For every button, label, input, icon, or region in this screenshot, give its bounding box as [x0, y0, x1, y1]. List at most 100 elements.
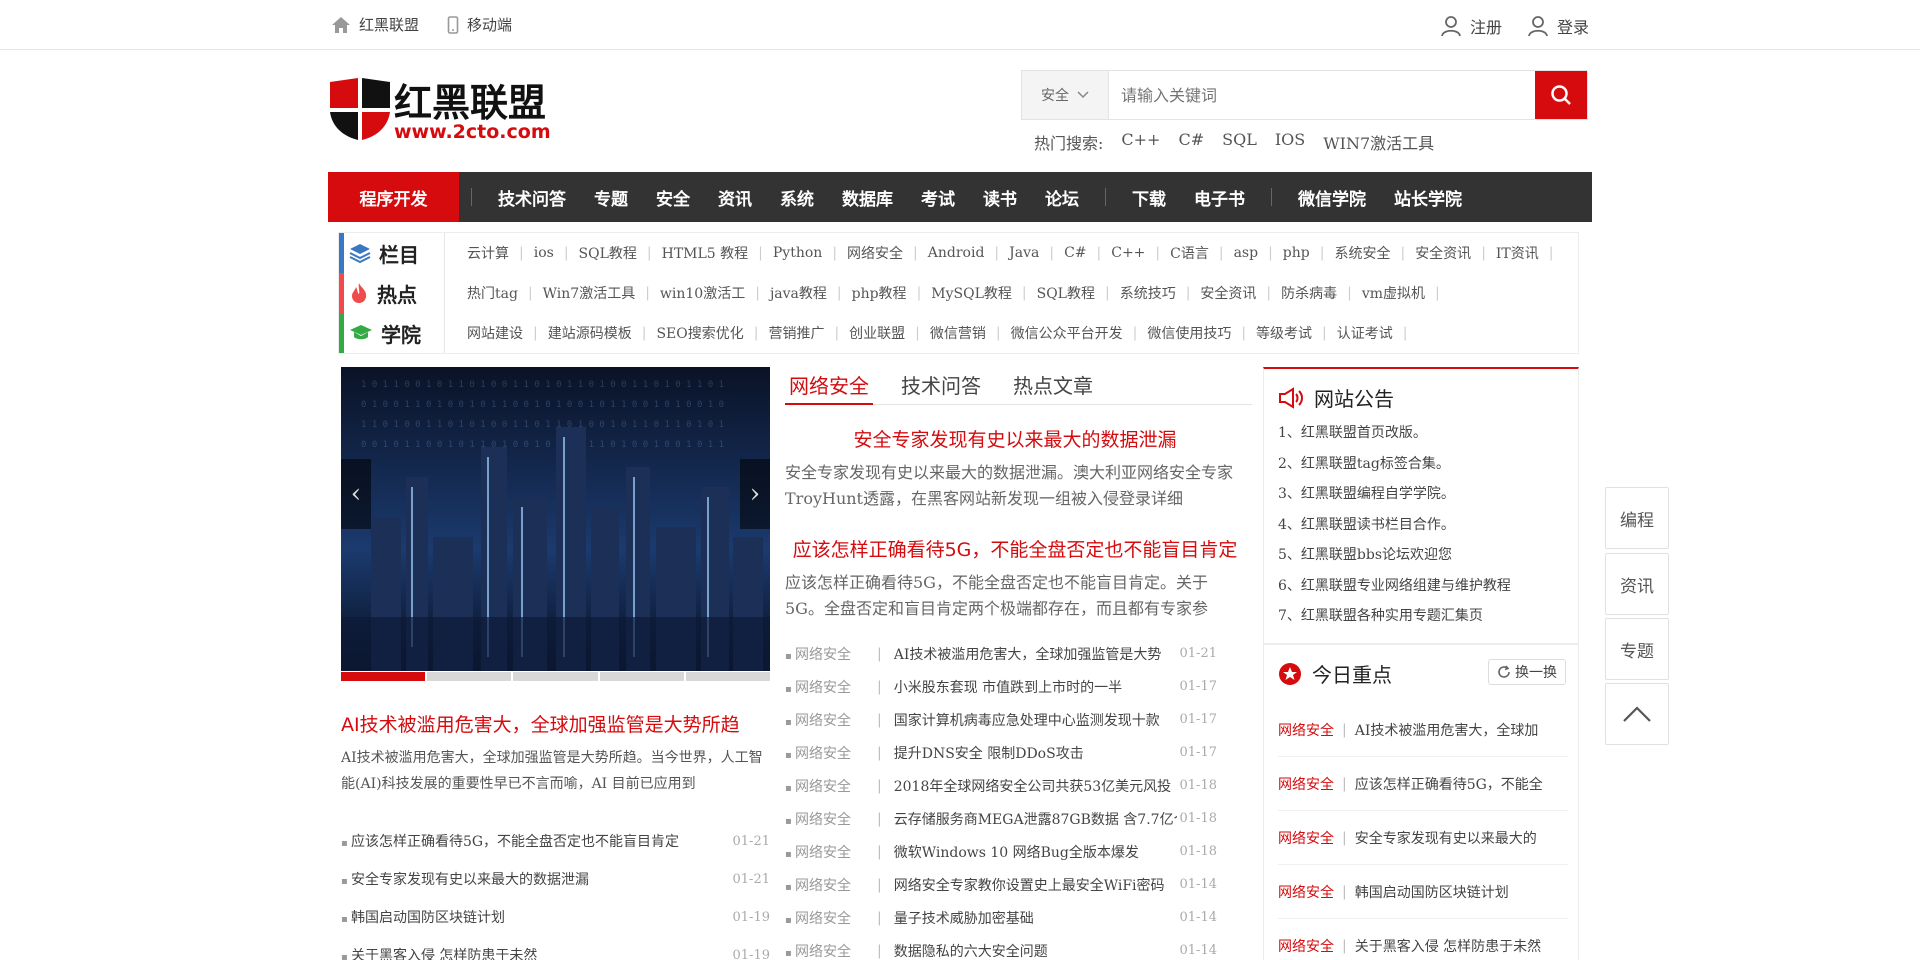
list-item[interactable]: 网络安全 | 应该怎样正确看待5G，不能全: [1278, 757, 1568, 811]
list-item-title[interactable]: 关于黑客入侵 怎样防患于未然: [341, 945, 537, 960]
list-item-category[interactable]: 网络安全: [1278, 882, 1334, 902]
nav-item[interactable]: 读书: [969, 185, 1031, 210]
site-logo[interactable]: 红黑联盟 www.2cto.com: [328, 78, 560, 143]
category-link[interactable]: MySQL教程: [931, 283, 1012, 303]
list-item-title[interactable]: 应该怎样正确看待5G，不能全: [1355, 774, 1543, 794]
list-item[interactable]: 网络安全 | 韩国启动国防区块链计划: [1278, 865, 1568, 919]
category-link[interactable]: 安全资讯: [1415, 243, 1471, 263]
list-item-title[interactable]: 网络安全专家教你设置史上最安全WiFi密码: [894, 875, 1177, 895]
hot-search-link[interactable]: C++: [1121, 130, 1160, 154]
category-link[interactable]: win10激活工: [660, 283, 745, 303]
announcement-item[interactable]: 1、红黑联盟首页改版。: [1278, 422, 1511, 453]
headline-title[interactable]: 应该怎样正确看待5G，不能全盘否定也不能盲目肯定: [785, 535, 1245, 562]
category-link[interactable]: 云计算: [467, 243, 509, 263]
side-button-programming[interactable]: 编程: [1605, 487, 1669, 549]
list-item-category[interactable]: 网络安全: [785, 710, 865, 730]
nav-item[interactable]: 数据库: [828, 185, 907, 210]
nav-item[interactable]: 技术问答: [484, 185, 580, 210]
category-link[interactable]: 等级考试: [1256, 323, 1312, 343]
category-link[interactable]: Python: [773, 245, 822, 261]
mobile-link[interactable]: 移动端: [447, 14, 512, 35]
tab-tech-qa[interactable]: 技术问答: [897, 370, 985, 405]
announcement-item[interactable]: 4、红黑联盟读书栏目合作。: [1278, 514, 1511, 545]
category-link[interactable]: SQL教程: [579, 243, 637, 263]
list-item[interactable]: 网络安全 | 关于黑客入侵 怎样防患于未然: [1278, 919, 1568, 960]
nav-item-active[interactable]: 程序开发: [328, 172, 459, 222]
announcement-item[interactable]: 7、红黑联盟各种实用专题汇集页: [1278, 605, 1511, 636]
list-item-title[interactable]: 国家计算机病毒应急处理中心监测发现十款: [894, 710, 1177, 730]
login-link[interactable]: 登录: [1527, 14, 1589, 38]
headline-title[interactable]: 安全专家发现有史以来最大的数据泄漏: [785, 425, 1245, 452]
carousel-prev-button[interactable]: ‹: [341, 459, 371, 529]
focus-headline[interactable]: AI技术被滥用危害大，全球加强监管是大势所趋: [341, 710, 773, 737]
list-item[interactable]: 网络安全 | AI技术被滥用危害大，全球加: [1278, 703, 1568, 757]
list-item[interactable]: 网络安全 | 量子技术威胁加密基础01-14: [785, 901, 1217, 934]
list-item[interactable]: 应该怎样正确看待5G，不能全盘否定也不能盲目肯定 01-21: [341, 822, 770, 860]
home-link[interactable]: 红黑联盟: [331, 14, 419, 35]
tab-network-security[interactable]: 网络安全: [785, 370, 873, 405]
nav-item[interactable]: 专题: [580, 185, 642, 210]
list-item-category[interactable]: 网络安全: [785, 875, 865, 895]
list-item-category[interactable]: 网络安全: [785, 809, 865, 829]
list-item[interactable]: 网络安全 | 微软Windows 10 网络Bug全版本爆发01-18: [785, 835, 1217, 868]
list-item-title[interactable]: 关于黑客入侵 怎样防患于未然: [1355, 936, 1541, 956]
announcement-item[interactable]: 6、红黑联盟专业网络组建与维护教程: [1278, 575, 1511, 606]
list-item[interactable]: 网络安全 | 云存储服务商MEGA泄露87GB数据 含7.7亿个01-18: [785, 802, 1217, 835]
list-item[interactable]: 网络安全 | 2018年全球网络安全公司共获53亿美元风投01-18: [785, 769, 1217, 802]
category-link[interactable]: Win7激活工具: [543, 283, 636, 303]
list-item-title[interactable]: 2018年全球网络安全公司共获53亿美元风投: [894, 776, 1177, 796]
announcement-item[interactable]: 2、红黑联盟tag标签合集。: [1278, 453, 1511, 484]
nav-item[interactable]: 论坛: [1031, 185, 1093, 210]
image-carousel[interactable]: 1 0 1 1 0 0 1 0 1 1 0 1 0 0 1 1 0 1 0 1 …: [341, 367, 770, 671]
nav-item[interactable]: 电子书: [1180, 185, 1259, 210]
hot-search-link[interactable]: IOS: [1275, 130, 1305, 154]
list-item[interactable]: 安全专家发现有史以来最大的数据泄漏 01-21: [341, 860, 770, 898]
category-link[interactable]: SEO搜索优化: [656, 323, 743, 343]
category-link[interactable]: 创业联盟: [849, 323, 905, 343]
list-item-category[interactable]: 网络安全: [785, 941, 865, 960]
list-item-category[interactable]: 网络安全: [1278, 828, 1334, 848]
category-link[interactable]: Android: [928, 245, 985, 261]
category-link[interactable]: 微信公众平台开发: [1011, 323, 1123, 343]
list-item[interactable]: 关于黑客入侵 怎样防患于未然 01-19: [341, 936, 770, 960]
carousel-dot[interactable]: [685, 672, 771, 681]
list-item[interactable]: 韩国启动国防区块链计划 01-19: [341, 898, 770, 936]
tab-hot-articles[interactable]: 热点文章: [1009, 370, 1097, 405]
carousel-dot[interactable]: [341, 672, 426, 681]
nav-item[interactable]: 下载: [1118, 185, 1180, 210]
category-link[interactable]: 网络安全: [847, 243, 903, 263]
list-item-category[interactable]: 网络安全: [785, 644, 865, 664]
refresh-button[interactable]: 换一换: [1488, 659, 1566, 685]
side-button-news[interactable]: 资讯: [1605, 553, 1669, 615]
search-category-select[interactable]: 安全: [1022, 71, 1109, 119]
category-link[interactable]: IT资讯: [1496, 243, 1539, 263]
category-link[interactable]: php: [1283, 245, 1310, 261]
category-link[interactable]: C语言: [1170, 243, 1209, 263]
nav-item[interactable]: 站长学院: [1380, 185, 1476, 210]
hot-search-link[interactable]: SQL: [1222, 130, 1257, 154]
list-item-category[interactable]: 网络安全: [1278, 774, 1334, 794]
list-item[interactable]: 网络安全 | 安全专家发现有史以来最大的: [1278, 811, 1568, 865]
carousel-dot[interactable]: [427, 672, 512, 681]
list-item-category[interactable]: 网络安全: [785, 842, 865, 862]
category-link[interactable]: 认证考试: [1337, 323, 1393, 343]
list-item-title[interactable]: 微软Windows 10 网络Bug全版本爆发: [894, 842, 1177, 862]
list-item-category[interactable]: 网络安全: [1278, 936, 1334, 956]
category-link[interactable]: java教程: [770, 283, 827, 303]
list-item-title[interactable]: AI技术被滥用危害大，全球加强监管是大势: [894, 644, 1177, 664]
list-item-title[interactable]: 安全专家发现有史以来最大的: [1355, 828, 1537, 848]
announcement-item[interactable]: 3、红黑联盟编程自学学院。: [1278, 483, 1511, 514]
list-item-category[interactable]: 网络安全: [785, 677, 865, 697]
list-item-title[interactable]: AI技术被滥用危害大，全球加: [1355, 720, 1539, 740]
list-item[interactable]: 网络安全 | 小米股东套现 市值跌到上市时的一半01-17: [785, 670, 1217, 703]
list-item-category[interactable]: 网络安全: [785, 776, 865, 796]
category-link[interactable]: vm虚拟机: [1362, 283, 1425, 303]
category-link[interactable]: 营销推广: [768, 323, 824, 343]
search-button[interactable]: [1535, 71, 1587, 119]
side-button-topics[interactable]: 专题: [1605, 618, 1669, 680]
category-link[interactable]: 安全资讯: [1200, 283, 1256, 303]
hot-search-link[interactable]: C#: [1178, 130, 1204, 154]
list-item[interactable]: 网络安全 | AI技术被滥用危害大，全球加强监管是大势01-21: [785, 637, 1217, 670]
announcement-item[interactable]: 5、红黑联盟bbs论坛欢迎您: [1278, 544, 1511, 575]
list-item[interactable]: 网络安全 | 数据隐私的六大安全问题01-14: [785, 934, 1217, 960]
